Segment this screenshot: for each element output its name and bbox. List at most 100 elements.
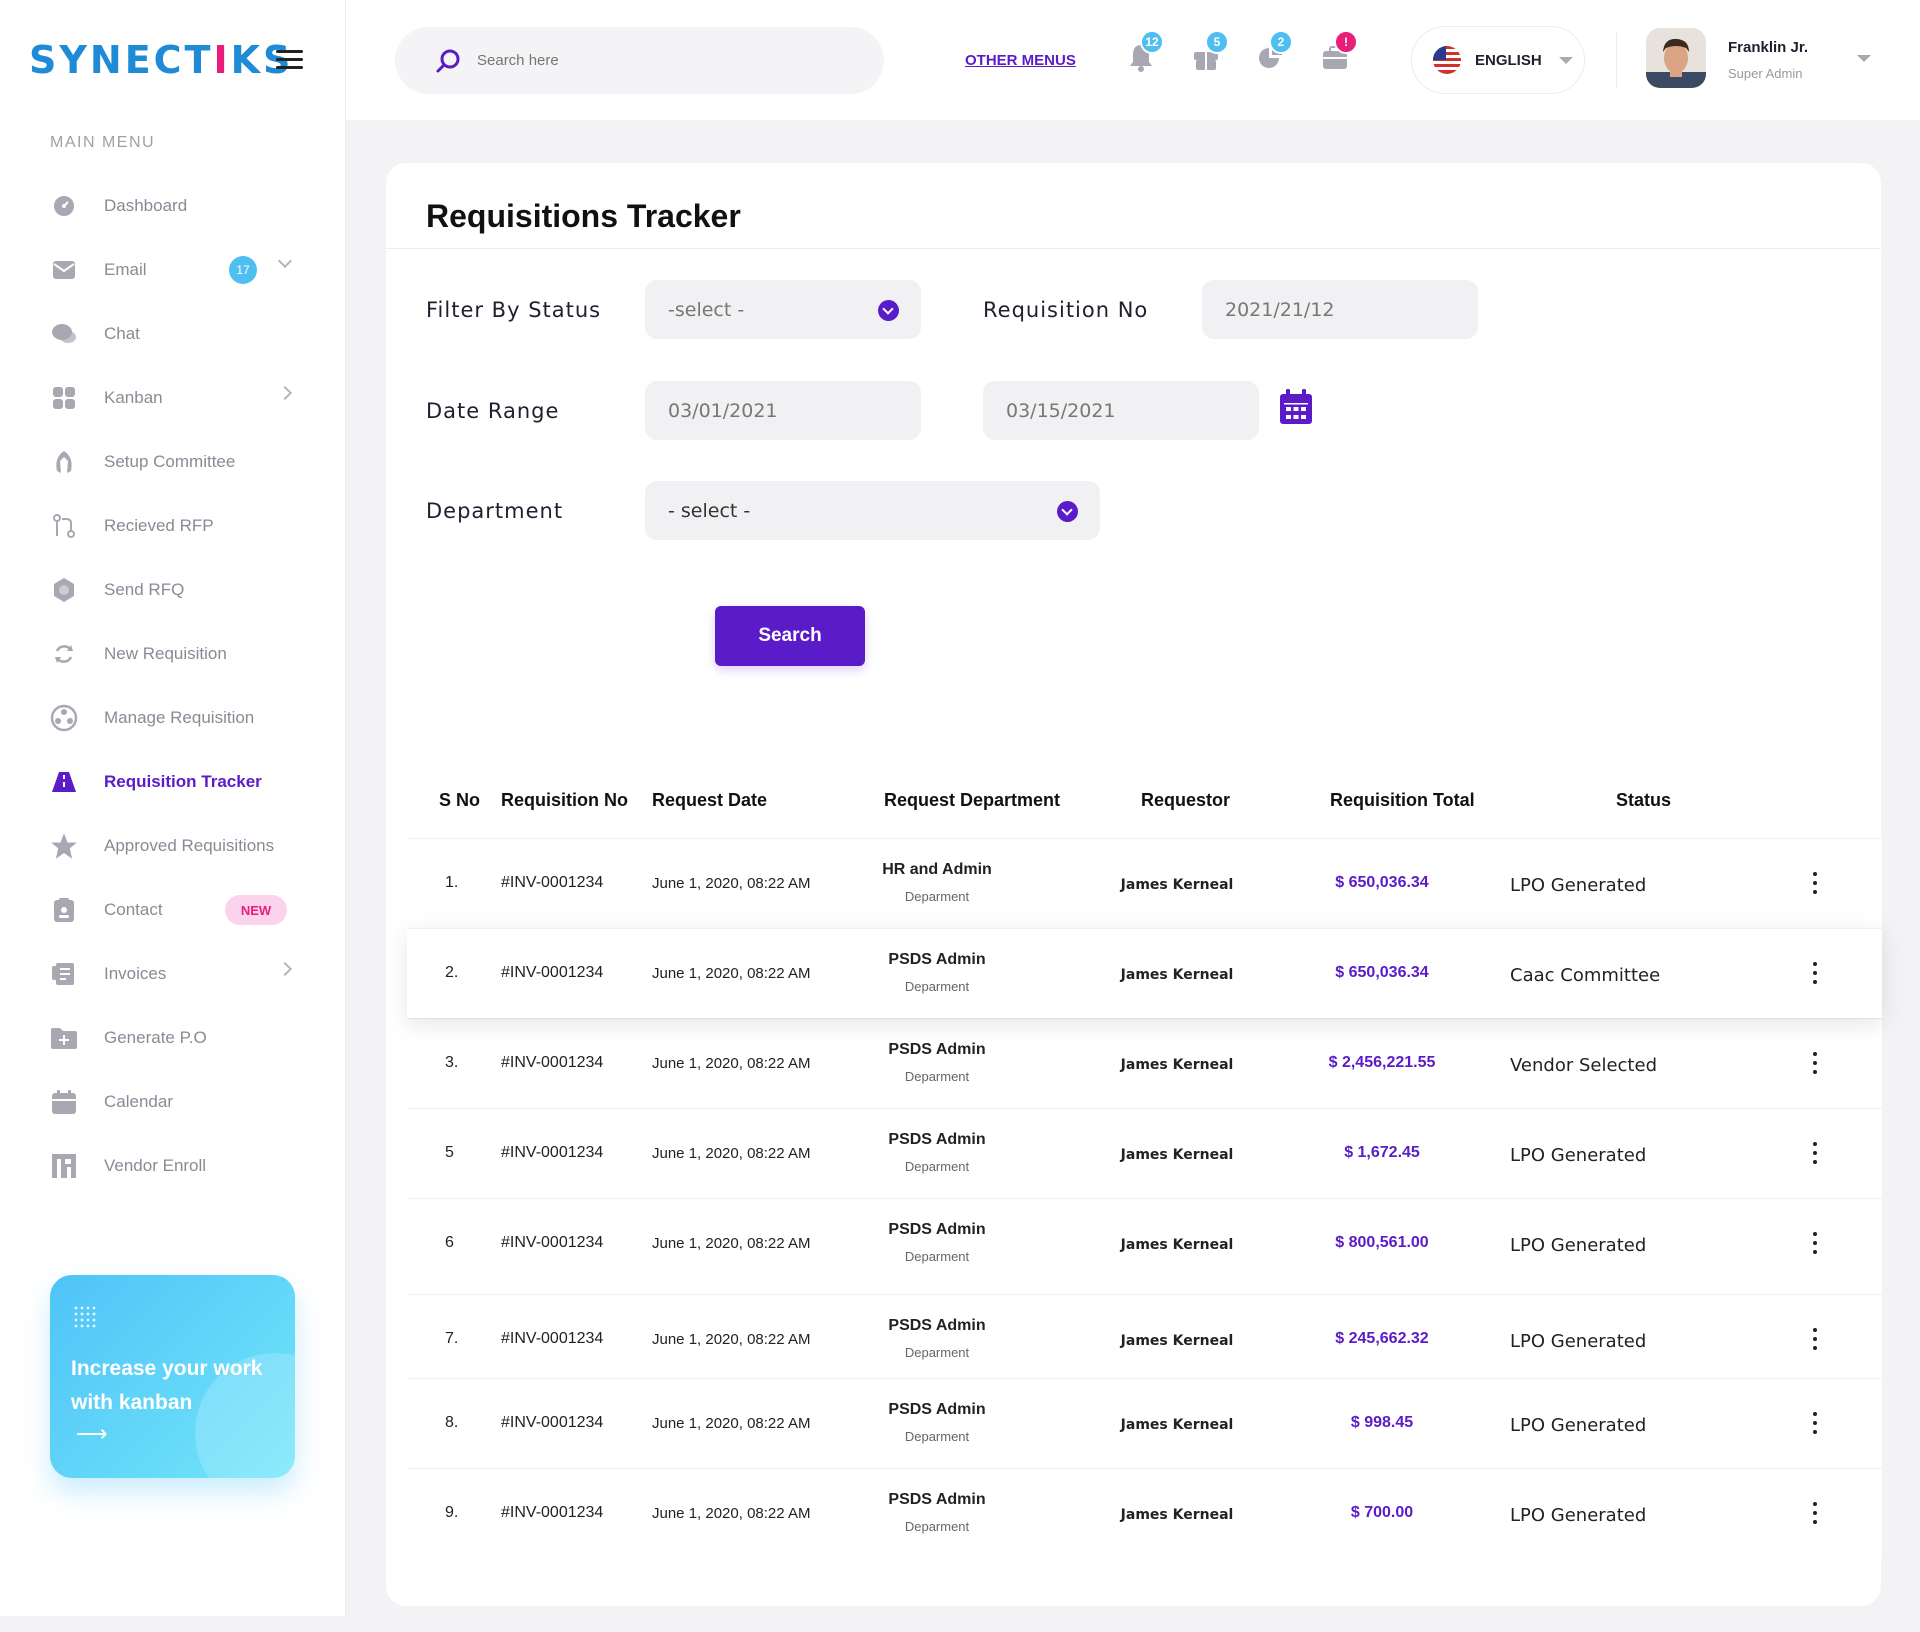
gifts-button[interactable]: 5 [1191, 30, 1229, 72]
app-logo[interactable]: SYNECTIKS [29, 38, 293, 82]
more-options-icon[interactable] [1813, 1232, 1817, 1254]
table-row[interactable]: 1. #INV-0001234 June 1, 2020, 08:22 AM HR a… [407, 838, 1882, 928]
more-options-icon[interactable] [1813, 1328, 1817, 1350]
sidebar-item-manage-requisition[interactable]: Manage Requisition [0, 686, 346, 750]
table-row[interactable]: 3. #INV-0001234 June 1, 2020, 08:22 AM PSDS… [407, 1018, 1882, 1108]
chevron-down-icon [1057, 501, 1078, 522]
more-options-icon[interactable] [1813, 872, 1817, 894]
hamburger-menu-icon[interactable] [276, 50, 303, 70]
sidebar-item-chat[interactable]: Chat [0, 302, 346, 366]
requisition-total-cell: $ 650,036.34 [1335, 874, 1429, 891]
search-icon[interactable] [433, 46, 463, 76]
requisition-no-cell: #INV-0001234 [501, 1330, 604, 1347]
request-date-cell: June 1, 2020, 08:22 AM [652, 1235, 811, 1252]
sidebar-item-label: Contact [104, 900, 163, 919]
table-row[interactable]: 6 #INV-0001234 June 1, 2020, 08:22 AM PSDS … [407, 1198, 1882, 1294]
more-options-icon[interactable] [1813, 1502, 1817, 1524]
column-header-requisition-no: Requisition No [501, 790, 628, 810]
tasks-alert-badge: ! [1334, 30, 1358, 54]
sno-cell: 2. [445, 964, 459, 981]
notifications-button[interactable]: 12 [1126, 30, 1164, 72]
department-sublabel: Deparment [904, 1345, 970, 1360]
arrow-right-icon[interactable]: ⟶ [76, 1421, 108, 1447]
table-row[interactable]: 5 #INV-0001234 June 1, 2020, 08:22 AM PSDS … [407, 1108, 1882, 1198]
dashboard-icon [50, 192, 78, 220]
user-menu-caret-icon[interactable] [1857, 55, 1871, 62]
invoice-icon [50, 960, 78, 988]
department-sublabel: Deparment [904, 1519, 970, 1534]
sidebar-item-label: Calendar [104, 1092, 173, 1111]
other-menus-link[interactable]: OTHER MENUS [965, 52, 1076, 69]
chevron-right-icon[interactable] [277, 385, 293, 401]
sno-cell: 6 [445, 1234, 454, 1251]
column-header-request-date: Request Date [652, 790, 768, 810]
manage-icon [50, 704, 78, 732]
sidebar-item-approved-requisitions[interactable]: Approved Requisitions [0, 814, 346, 878]
sidebar-item-label: Requisition Tracker [104, 772, 262, 791]
sidebar-item-email[interactable]: Email 17 [0, 238, 346, 302]
sidebar-item-label: Chat [104, 324, 140, 343]
column-header-sno: S No [439, 790, 481, 810]
tasks-button[interactable]: ! [1320, 30, 1358, 72]
more-options-icon[interactable] [1813, 1052, 1817, 1074]
date-from-value: 03/01/2021 [668, 399, 778, 422]
department-select[interactable]: - select - [645, 481, 1100, 540]
sno-cell: 5 [445, 1144, 454, 1161]
sidebar-item-dashboard[interactable]: Dashboard [0, 174, 346, 238]
sidebar-item-recieved-rfp[interactable]: Recieved RFP [0, 494, 346, 558]
chevron-down-icon[interactable] [277, 253, 293, 269]
status-select[interactable]: -select - [645, 280, 921, 339]
email-count-badge: 17 [229, 256, 257, 284]
kanban-promo-card[interactable]: Increase your work with kanban ⟶ [50, 1275, 295, 1478]
main-menu-title: MAIN MENU [50, 134, 156, 151]
sidebar-item-label: Vendor Enroll [104, 1156, 207, 1175]
promo-text: Increase your work with kanban [71, 1357, 263, 1414]
department-cell: PSDS Admin [888, 1041, 986, 1058]
table-row[interactable]: 9. #INV-0001234 June 1, 2020, 08:22 AM PSDS… [407, 1468, 1882, 1558]
table-body: 1. #INV-0001234 June 1, 2020, 08:22 AM HR a… [407, 838, 1882, 1558]
requisition-total-cell: $ 650,036.34 [1335, 964, 1429, 981]
email-icon [50, 256, 78, 284]
table-row[interactable]: 2. #INV-0001234 June 1, 2020, 08:22 AM PSDS… [407, 928, 1882, 1018]
search-button[interactable]: Search [715, 606, 865, 666]
date-from-input[interactable]: 03/01/2021 [645, 381, 921, 440]
sidebar-item-contact[interactable]: Contact NEW [0, 878, 346, 942]
search-input[interactable] [477, 52, 857, 69]
sidebar-item-kanban[interactable]: Kanban [0, 366, 346, 430]
gift-count-badge: 5 [1205, 30, 1229, 54]
table-row[interactable]: 8. #INV-0001234 June 1, 2020, 08:22 AM PSDS… [407, 1378, 1882, 1468]
sidebar-item-vendor-enroll[interactable]: Vendor Enroll [0, 1134, 346, 1198]
date-to-input[interactable]: 03/15/2021 [983, 381, 1259, 440]
sidebar-item-send-rfq[interactable]: Send RFQ [0, 558, 346, 622]
us-flag-icon [1433, 46, 1461, 74]
requestor-cell: James Kerneal [1120, 877, 1234, 893]
chevron-right-icon[interactable] [277, 961, 293, 977]
request-date-cell: June 1, 2020, 08:22 AM [652, 1331, 811, 1348]
requisition-no-input[interactable]: 2021/21/12 [1202, 280, 1478, 339]
table-row[interactable]: 7. #INV-0001234 June 1, 2020, 08:22 AM PSDS… [407, 1294, 1882, 1378]
sidebar-item-invoices[interactable]: Invoices [0, 942, 346, 1006]
calendar-icon[interactable] [1279, 389, 1313, 425]
department-sublabel: Deparment [904, 1429, 970, 1444]
user-role: Super Admin [1728, 66, 1803, 81]
sidebar-item-setup-committee[interactable]: Setup Committee [0, 430, 346, 494]
sidebar-item-label: Invoices [104, 964, 167, 983]
sidebar-item-generate-po[interactable]: Generate P.O [0, 1006, 346, 1070]
sidebar-item-calendar[interactable]: Calendar [0, 1070, 346, 1134]
reports-button[interactable]: 2 [1255, 30, 1293, 72]
reports-count-badge: 2 [1269, 30, 1293, 54]
avatar[interactable] [1646, 28, 1706, 88]
more-options-icon[interactable] [1813, 1142, 1817, 1164]
requisition-no-cell: #INV-0001234 [501, 1054, 604, 1071]
language-selector[interactable]: ENGLISH [1411, 26, 1585, 94]
sno-cell: 1. [445, 874, 459, 891]
sidebar-item-requisition-tracker[interactable]: Requisition Tracker [0, 750, 346, 814]
sidebar-item-new-requisition[interactable]: New Requisition [0, 622, 346, 686]
more-options-icon[interactable] [1813, 1412, 1817, 1434]
requestor-cell: James Kerneal [1120, 967, 1234, 983]
more-options-icon[interactable] [1813, 962, 1817, 984]
department-cell: PSDS Admin [888, 1401, 986, 1418]
filter-status-label: Filter By Status [426, 298, 602, 322]
sno-cell: 7. [445, 1330, 459, 1347]
requisition-no-cell: #INV-0001234 [501, 1234, 604, 1251]
